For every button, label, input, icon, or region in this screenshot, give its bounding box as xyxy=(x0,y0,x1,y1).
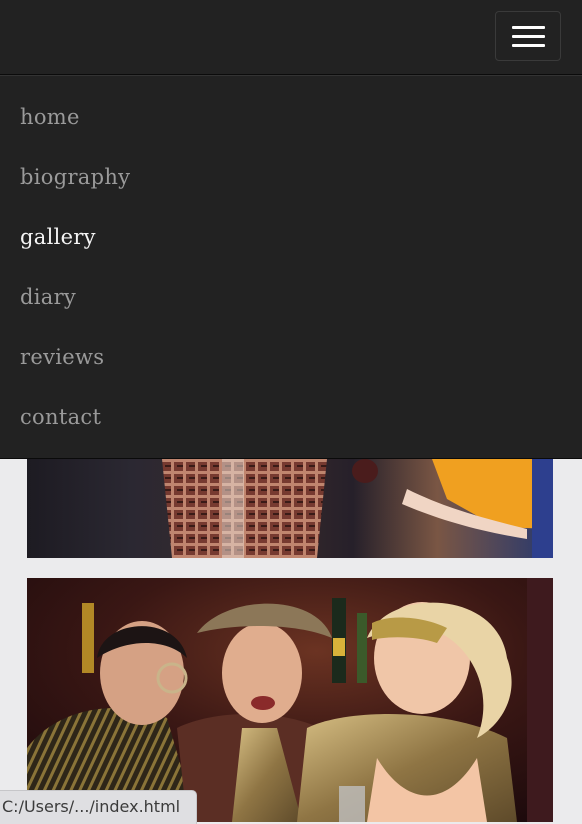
status-bar-url: C:/Users/.../index.html xyxy=(0,790,197,824)
nav-item-home[interactable]: home xyxy=(20,105,80,129)
hamburger-icon-bar xyxy=(512,44,545,47)
nav-item-biography[interactable]: biography xyxy=(20,165,130,189)
gallery-photo-image xyxy=(27,578,553,822)
hamburger-icon xyxy=(512,26,545,29)
menu-toggle-button[interactable] xyxy=(495,11,561,61)
navbar xyxy=(0,0,582,75)
nav-item-contact[interactable]: contact xyxy=(20,405,101,429)
gallery-photo[interactable] xyxy=(27,578,553,822)
gallery-photo-image xyxy=(27,459,553,558)
nav-menu: home biography gallery diary reviews con… xyxy=(0,75,582,459)
nav-item-diary[interactable]: diary xyxy=(20,285,76,309)
gallery-photo[interactable] xyxy=(27,459,553,558)
hamburger-icon-bar xyxy=(512,35,545,38)
nav-item-reviews[interactable]: reviews xyxy=(20,345,104,369)
nav-item-gallery[interactable]: gallery xyxy=(20,225,96,249)
